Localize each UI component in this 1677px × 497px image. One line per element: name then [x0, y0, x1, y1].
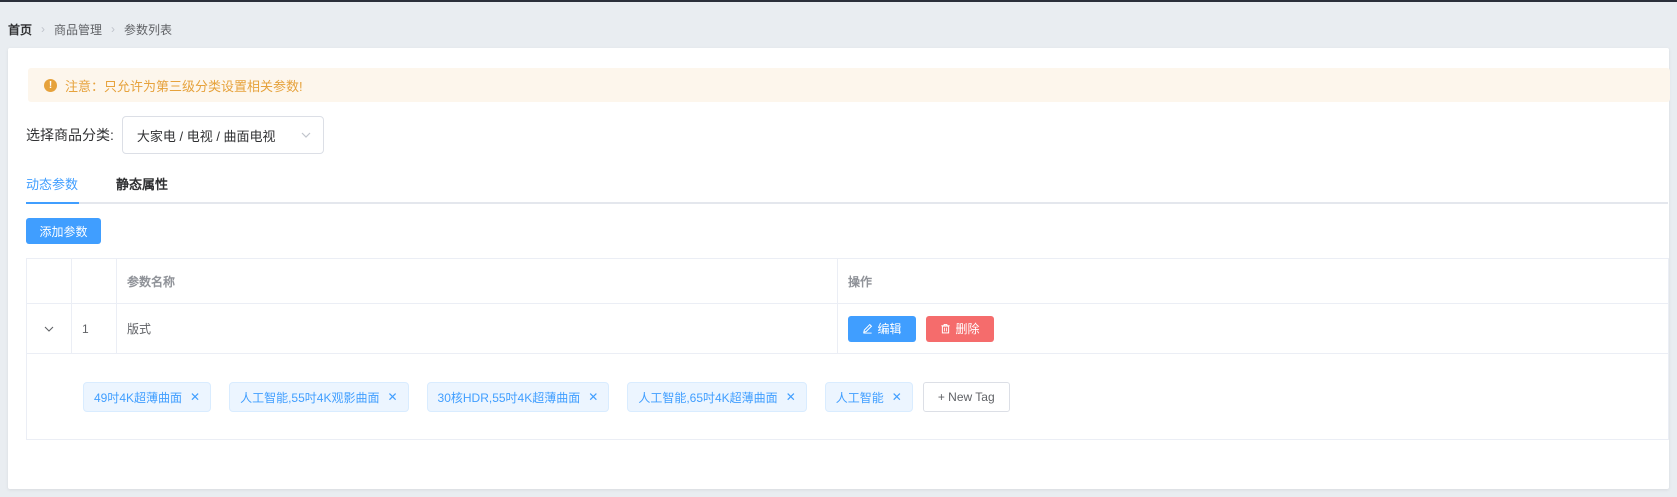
tab-static-attributes[interactable]: 静态属性	[116, 168, 168, 202]
delete-button-label: 删除	[955, 322, 980, 336]
table-header-row: 参数名称 操作	[27, 259, 1668, 304]
table-row: 1 版式 编辑 删除	[27, 304, 1668, 354]
trash-icon	[941, 324, 951, 334]
close-icon[interactable]: ✕	[892, 390, 902, 404]
tab-dynamic-params[interactable]: 动态参数	[26, 168, 78, 202]
tag-label: 人工智能	[835, 390, 884, 405]
warning-circle-icon: !	[44, 78, 57, 92]
category-select-row: 选择商品分类: 大家电 / 电视 / 曲面电视	[26, 116, 324, 154]
param-tag: 人工智能 ✕	[824, 382, 913, 412]
expanded-row-tags: 49吋4K超薄曲面 ✕ 人工智能,55吋4K观影曲面 ✕ 30核HDR,55吋4…	[27, 354, 1668, 440]
tag-label: 人工智能,65吋4K超薄曲面	[638, 390, 778, 405]
active-tab-indicator	[26, 202, 79, 204]
header-param-name: 参数名称	[117, 259, 838, 303]
breadcrumb-home[interactable]: 首页	[8, 21, 32, 38]
param-tag: 49吋4K超薄曲面 ✕	[83, 382, 212, 412]
tag-list: 49吋4K超薄曲面 ✕ 人工智能,55吋4K观影曲面 ✕ 30核HDR,55吋4…	[83, 382, 1010, 412]
param-tag: 30核HDR,55吋4K超薄曲面 ✕	[426, 382, 610, 412]
header-operations: 操作	[848, 274, 873, 289]
close-icon[interactable]: ✕	[786, 390, 796, 404]
close-icon[interactable]: ✕	[588, 390, 598, 404]
top-edge	[0, 0, 1677, 2]
param-tabs: 动态参数 静态属性	[26, 168, 1668, 204]
add-param-button[interactable]: 添加参数	[26, 218, 101, 244]
param-tag: 人工智能,55吋4K观影曲面 ✕	[229, 382, 409, 412]
close-icon[interactable]: ✕	[387, 390, 397, 404]
breadcrumb: 首页 › 商品管理 › 参数列表	[8, 19, 172, 39]
row-param-name: 版式	[117, 304, 838, 353]
edit-button[interactable]: 编辑	[848, 315, 916, 342]
header-expand-cell	[27, 259, 72, 303]
category-select-label: 选择商品分类:	[26, 127, 114, 143]
breadcrumb-goods-management: 商品管理	[54, 22, 103, 37]
param-table: 参数名称 操作 1 版式 编辑 删除 49吋4K超薄曲面 ✕ 人工智能,55吋4…	[26, 258, 1669, 440]
header-index-cell	[72, 259, 117, 303]
main-card: ! 注意：只允许为第三级分类设置相关参数! 选择商品分类: 大家电 / 电视 /…	[8, 48, 1670, 489]
row-operations: 编辑 删除	[838, 304, 1668, 353]
chevron-right-icon: ›	[41, 22, 46, 36]
category-cascader[interactable]: 大家电 / 电视 / 曲面电视	[121, 116, 324, 154]
breadcrumb-param-list: 参数列表	[124, 22, 173, 37]
edit-button-label: 编辑	[877, 322, 902, 336]
new-tag-button[interactable]: + New Tag	[922, 382, 1010, 412]
row-expand-toggle[interactable]	[27, 304, 72, 353]
edit-icon	[863, 323, 873, 334]
tag-label: 49吋4K超薄曲面	[94, 390, 183, 405]
chevron-down-icon	[301, 132, 311, 138]
chevron-right-icon: ›	[111, 22, 116, 36]
chevron-down-icon	[44, 326, 54, 332]
param-tag: 人工智能,65吋4K超薄曲面 ✕	[627, 382, 807, 412]
delete-button[interactable]: 删除	[926, 315, 994, 342]
tag-label: 人工智能,55吋4K观影曲面	[240, 390, 380, 405]
tag-label: 30核HDR,55吋4K超薄曲面	[437, 390, 581, 405]
alert-text: 注意：只允许为第三级分类设置相关参数!	[65, 78, 303, 94]
close-icon[interactable]: ✕	[190, 390, 200, 404]
row-index: 1	[72, 304, 117, 353]
category-cascader-value: 大家电 / 电视 / 曲面电视	[136, 128, 276, 144]
warning-alert: ! 注意：只允许为第三级分类设置相关参数!	[28, 68, 1670, 102]
